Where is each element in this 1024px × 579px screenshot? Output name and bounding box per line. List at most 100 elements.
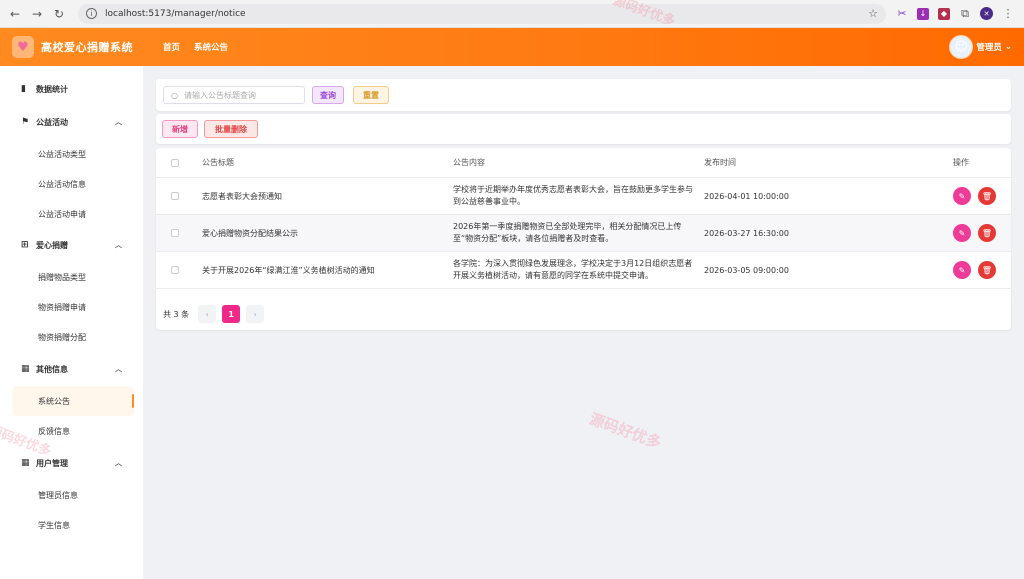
sidebar-item-notice[interactable]: 系统公告 xyxy=(13,386,134,416)
sidebar-item-donation-apply[interactable]: 物资捐赠申请 xyxy=(0,292,143,322)
sidebar-item-donation-allocation[interactable]: 物资捐赠分配 xyxy=(0,322,143,352)
shield-extension-icon[interactable]: ◆ xyxy=(938,7,950,20)
active-indicator xyxy=(132,394,134,408)
sidebar-item-admin-info[interactable]: 管理员信息 xyxy=(0,480,143,510)
flag-icon: ⚑ xyxy=(21,117,30,127)
edit-icon[interactable]: ✎ xyxy=(953,261,971,279)
row-checkbox[interactable] xyxy=(171,192,179,200)
sidebar-group-donation[interactable]: ⊞ 爱心捐赠 ︿ xyxy=(0,230,143,260)
reset-button[interactable]: 重置 xyxy=(353,86,389,104)
chevron-up-icon: ︿ xyxy=(115,459,122,467)
profile-avatar-icon[interactable]: ✕ xyxy=(980,7,993,20)
chevron-up-icon: ︿ xyxy=(115,365,122,373)
chevron-up-icon: ︿ xyxy=(115,241,122,249)
select-all-checkbox[interactable] xyxy=(171,158,179,167)
extensions-puzzle-icon[interactable]: ⧉ xyxy=(959,7,971,20)
bar-chart-icon: ▮ xyxy=(21,84,26,94)
search-icon: ○ xyxy=(171,90,178,100)
row-content: 2026年第一季度捐赠物资已全部处理完毕，相关分配情况已上传至“物资分配”板块，… xyxy=(453,222,682,243)
grid-icon: ▦ xyxy=(21,458,30,468)
heart-logo-icon: ♥ xyxy=(12,36,34,58)
row-time: 2026-04-01 10:00:00 xyxy=(704,191,789,201)
table-row: 关于开展2026年“绿满江淮”义务植树活动的通知 各学院：为深入贯彻绿色发展理念… xyxy=(156,252,1011,289)
column-header-content: 公告内容 xyxy=(453,157,485,167)
main-content: ○ 请输入公告标题查询 查询 重置 新增 批量删除 公告标题 公告内容 发布时间… xyxy=(143,66,1024,579)
browser-menu-icon[interactable]: ⋮ xyxy=(1002,7,1014,20)
chevron-down-icon[interactable]: ⌄ xyxy=(1005,42,1012,52)
trash-icon[interactable]: 🗑 xyxy=(978,261,996,279)
app-title: 高校爱心捐赠系统 xyxy=(41,41,133,54)
sidebar-item-feedback[interactable]: 反馈信息 xyxy=(0,416,143,446)
back-icon[interactable]: ← xyxy=(6,5,24,23)
total-count: 共 3 条 xyxy=(163,309,190,319)
row-checkbox[interactable] xyxy=(171,266,179,274)
edit-icon[interactable]: ✎ xyxy=(953,224,971,242)
download-extension-icon[interactable]: ↓ xyxy=(917,7,929,20)
search-bar: ○ 请输入公告标题查询 查询 重置 xyxy=(156,79,1011,111)
row-title: 关于开展2026年“绿满江淮”义务植树活动的通知 xyxy=(202,265,375,275)
sidebar-item-activity-info[interactable]: 公益活动信息 xyxy=(0,169,143,199)
sidebar-group-label: 其他信息 xyxy=(36,364,68,374)
table-row: 志愿者表彰大会预通知 学校将于近期举办年度优秀志愿者表彰大会，旨在鼓励更多学生参… xyxy=(156,178,1011,215)
row-content: 各学院：为深入贯彻绿色发展理念，学校决定于3月12日组织志愿者开展义务植树活动，… xyxy=(453,259,693,280)
address-bar[interactable]: i localhost:5173/manager/notice ☆ xyxy=(78,3,886,24)
search-input[interactable]: ○ 请输入公告标题查询 xyxy=(163,86,305,104)
url-text[interactable]: localhost:5173/manager/notice xyxy=(105,9,868,19)
sidebar-item-label: 系统公告 xyxy=(38,396,70,406)
sidebar-item-data-stats[interactable]: ▮ 数据统计 xyxy=(0,74,143,104)
column-header-actions: 操作 xyxy=(953,158,969,167)
row-actions: ✎ 🗑 xyxy=(953,252,1013,288)
trash-icon[interactable]: 🗑 xyxy=(978,224,996,242)
scissors-extension-icon[interactable]: ✂ xyxy=(896,7,908,20)
column-header-title: 公告标题 xyxy=(202,158,234,167)
user-menu[interactable]: ☺ 管理员 ⌄ xyxy=(949,35,1012,59)
action-bar: 新增 批量删除 xyxy=(156,114,1011,144)
chevron-up-icon: ︿ xyxy=(115,118,122,126)
column-header-time: 发布时间 xyxy=(704,158,736,167)
sidebar-group-label: 数据统计 xyxy=(36,84,68,94)
add-button[interactable]: 新增 xyxy=(162,120,198,138)
table-row: 爱心捐赠物资分配结果公示 2026年第一季度捐赠物资已全部处理完毕，相关分配情况… xyxy=(156,215,1011,252)
nav-home[interactable]: 首页 xyxy=(163,41,180,53)
top-nav: 首页 系统公告 xyxy=(163,41,228,53)
sidebar-group-label: 爱心捐赠 xyxy=(36,240,68,250)
row-actions: ✎ 🗑 xyxy=(953,178,1013,214)
next-page-button[interactable]: › xyxy=(246,305,265,323)
row-content: 学校将于近期举办年度优秀志愿者表彰大会，旨在鼓励更多学生参与到公益慈善事业中。 xyxy=(453,185,693,206)
forward-icon[interactable]: → xyxy=(28,5,46,23)
sidebar-item-activity-type[interactable]: 公益活动类型 xyxy=(0,139,143,169)
grid-icon: ▦ xyxy=(21,364,30,374)
pagination: 共 3 条 ‹ 1 › xyxy=(156,298,1011,330)
page-1-button[interactable]: 1 xyxy=(222,305,241,323)
row-actions: ✎ 🗑 xyxy=(953,215,1013,251)
nav-notice[interactable]: 系统公告 xyxy=(194,41,228,53)
sidebar-group-charity[interactable]: ⚑ 公益活动 ︿ xyxy=(0,107,143,137)
row-time: 2026-03-05 09:00:00 xyxy=(704,265,789,275)
table-header: 公告标题 公告内容 发布时间 操作 xyxy=(156,148,1011,178)
sidebar-group-label: 用户管理 xyxy=(36,458,68,468)
sidebar-item-student-info[interactable]: 学生信息 xyxy=(0,510,143,540)
sidebar-item-activity-apply[interactable]: 公益活动申请 xyxy=(0,199,143,229)
gift-icon: ⊞ xyxy=(21,240,29,250)
browser-toolbar: ← → ↻ i localhost:5173/manager/notice ☆ … xyxy=(0,0,1024,28)
row-time: 2026-03-27 16:30:00 xyxy=(704,228,789,238)
batch-delete-button[interactable]: 批量删除 xyxy=(204,120,258,138)
bookmark-star-icon[interactable]: ☆ xyxy=(868,7,878,20)
row-checkbox[interactable] xyxy=(171,229,179,237)
reload-icon[interactable]: ↻ xyxy=(50,5,68,23)
trash-icon[interactable]: 🗑 xyxy=(978,187,996,205)
sidebar-group-other[interactable]: ▦ 其他信息 ︿ xyxy=(0,354,143,384)
row-title: 爱心捐赠物资分配结果公示 xyxy=(202,228,298,238)
row-title: 志愿者表彰大会预通知 xyxy=(202,191,282,201)
prev-page-button[interactable]: ‹ xyxy=(198,305,217,323)
site-info-icon[interactable]: i xyxy=(86,8,97,19)
edit-icon[interactable]: ✎ xyxy=(953,187,971,205)
sidebar-group-label: 公益活动 xyxy=(36,117,68,127)
search-placeholder[interactable]: 请输入公告标题查询 xyxy=(184,90,256,101)
avatar[interactable]: ☺ xyxy=(949,35,974,59)
user-label[interactable]: 管理员 xyxy=(976,41,1002,53)
sidebar-group-users[interactable]: ▦ 用户管理 ︿ xyxy=(0,448,143,478)
app-header: ♥ 高校爱心捐赠系统 首页 系统公告 ☺ 管理员 ⌄ xyxy=(0,28,1024,66)
sidebar-item-goods-type[interactable]: 捐赠物品类型 xyxy=(0,262,143,292)
query-button[interactable]: 查询 xyxy=(312,86,344,104)
